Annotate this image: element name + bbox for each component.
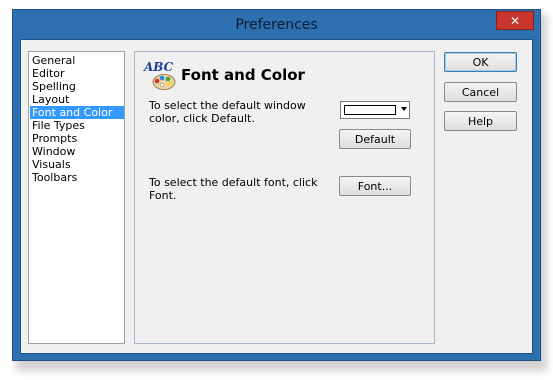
font-description: To select the default font, click Font. — [149, 176, 318, 202]
list-item-visuals[interactable]: Visuals — [30, 158, 124, 171]
color-dropdown[interactable] — [340, 101, 410, 119]
ok-button[interactable]: OK — [444, 52, 517, 72]
font-button[interactable]: Font... — [339, 176, 411, 196]
panel-heading: Font and Color — [181, 66, 305, 84]
list-item-spelling[interactable]: Spelling — [30, 80, 124, 93]
default-button[interactable]: Default — [339, 129, 411, 149]
chevron-down-icon — [401, 107, 407, 111]
dialog-body: General Editor Spelling Layout Font and … — [20, 39, 533, 354]
list-item-toolbars[interactable]: Toolbars — [30, 171, 124, 184]
list-item-font-and-color[interactable]: Font and Color — [30, 106, 124, 119]
list-item-prompts[interactable]: Prompts — [30, 132, 124, 145]
preferences-window: Preferences ✕ General Editor Spelling La… — [12, 9, 541, 361]
list-item-file-types[interactable]: File Types — [30, 119, 124, 132]
color-swatch — [344, 105, 396, 115]
title-bar[interactable]: Preferences ✕ — [13, 10, 540, 39]
list-item-window[interactable]: Window — [30, 145, 124, 158]
category-list[interactable]: General Editor Spelling Layout Font and … — [28, 51, 125, 344]
close-button[interactable]: ✕ — [496, 11, 534, 30]
list-item-layout[interactable]: Layout — [30, 93, 124, 106]
settings-panel: ABC Font and Color To select the default… — [134, 51, 435, 344]
list-item-general[interactable]: General — [30, 54, 124, 67]
color-description: To select the default window color, clic… — [149, 99, 306, 125]
list-item-editor[interactable]: Editor — [30, 67, 124, 80]
close-icon: ✕ — [509, 13, 521, 28]
cancel-button[interactable]: Cancel — [444, 82, 517, 102]
help-button[interactable]: Help — [444, 111, 517, 131]
icon-abc-text: ABC — [143, 60, 174, 74]
font-color-icon: ABC — [143, 60, 176, 90]
window-title: Preferences — [235, 17, 318, 33]
